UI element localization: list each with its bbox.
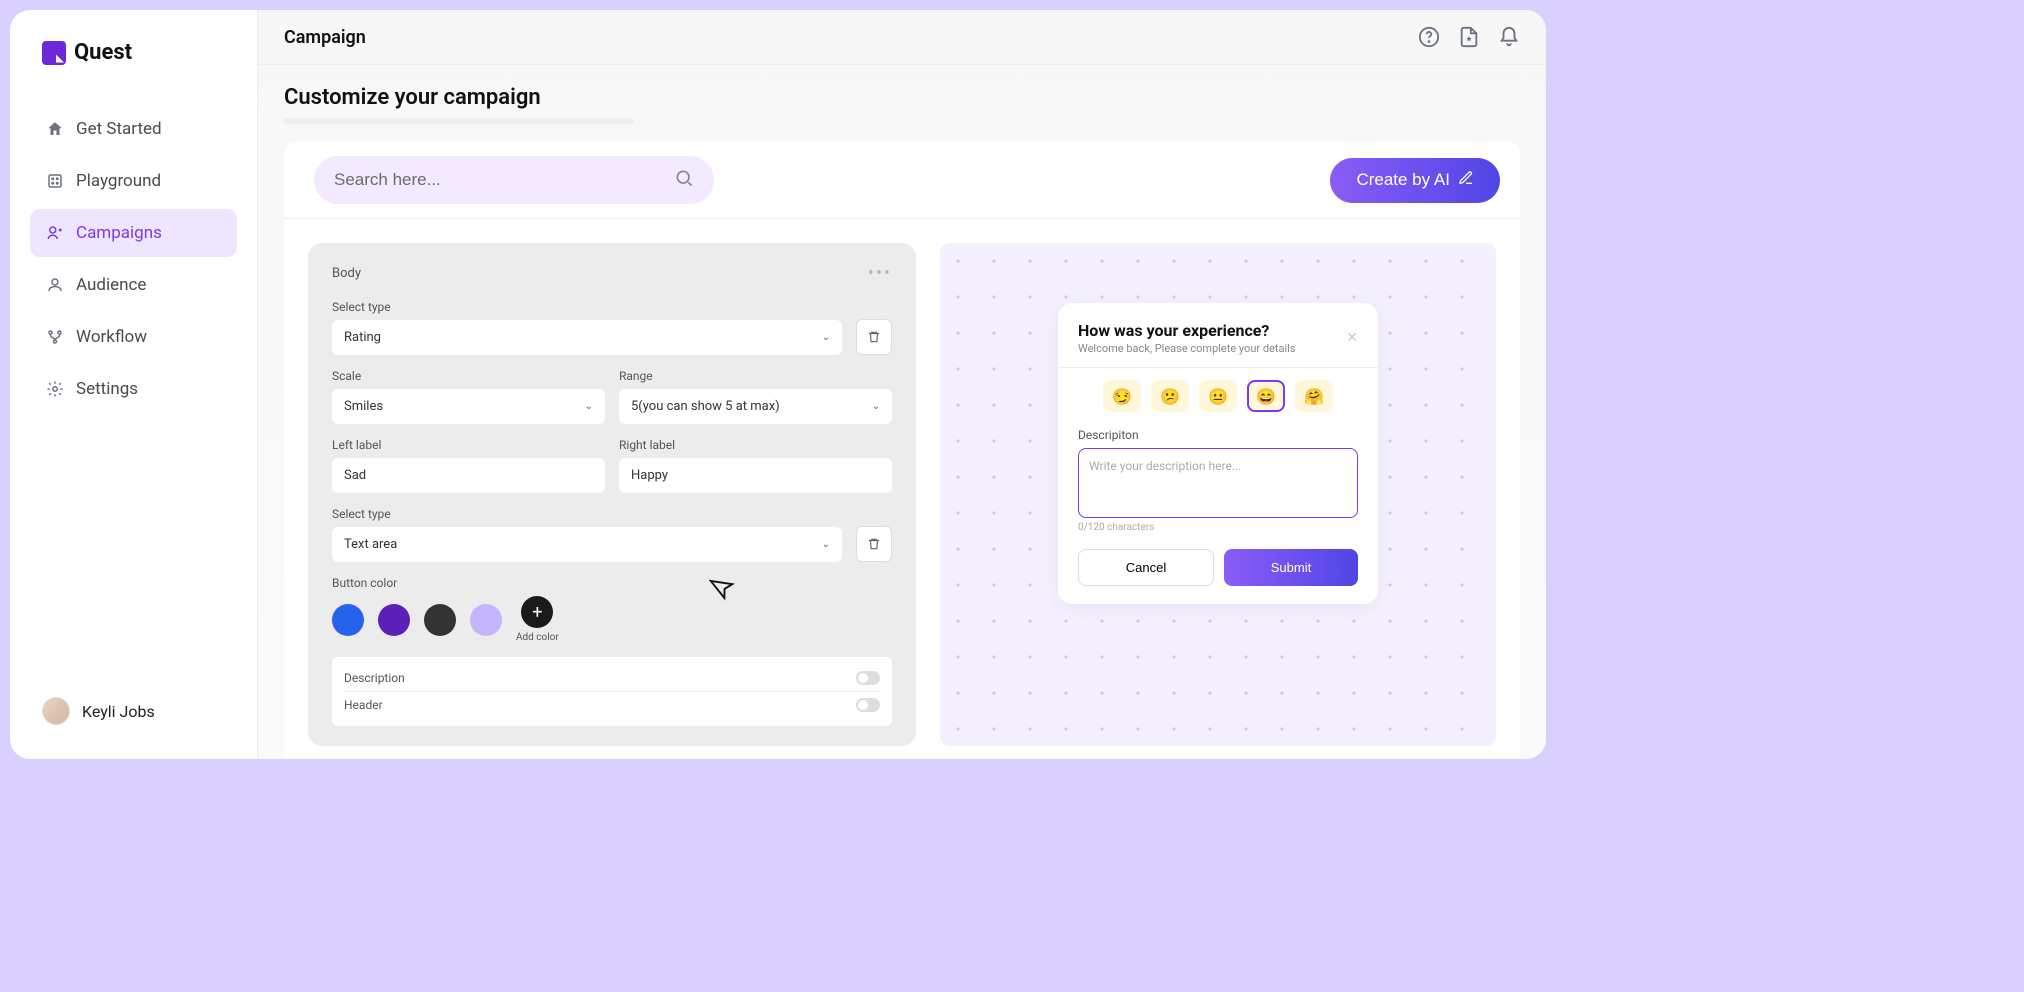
field-label: Scale (332, 369, 605, 383)
chevron-down-icon: ⌄ (822, 539, 830, 550)
chevron-down-icon: ⌄ (585, 401, 593, 412)
sidebar-item-label: Campaigns (76, 223, 162, 243)
progress-bar (284, 118, 634, 124)
add-color-label: Add color (516, 632, 559, 643)
sidebar-item-label: Get Started (76, 119, 162, 139)
field-label: Select type (332, 300, 842, 314)
emoji-5[interactable]: 🤗 (1295, 380, 1333, 412)
submit-button[interactable]: Submit (1224, 549, 1358, 586)
char-count: 0/120 characters (1078, 522, 1358, 533)
select-type-textarea[interactable]: Text area ⌄ (332, 527, 842, 562)
color-swatch-blue[interactable] (332, 604, 364, 636)
toggle[interactable] (856, 671, 880, 685)
logo-text: Quest (74, 40, 132, 65)
search-input[interactable] (334, 170, 674, 190)
more-icon[interactable]: ••• (868, 263, 892, 284)
preview-textarea[interactable]: Write your description here... (1078, 448, 1358, 518)
user-icon (46, 276, 64, 294)
field-label: Select type (332, 507, 842, 521)
star-file-icon[interactable] (1458, 26, 1480, 48)
sidebar-item-label: Playground (76, 171, 161, 191)
add-color-button[interactable]: + (521, 596, 553, 628)
emoji-row: 😏 😕 😐 😄 🤗 (1078, 380, 1358, 412)
main: Campaign Customize your campaign (258, 10, 1546, 759)
topbar-title: Campaign (284, 27, 366, 48)
sidebar-item-label: Audience (76, 275, 146, 295)
preview-card: How was your experience? Welcome back, P… (1058, 303, 1378, 604)
sidebar-item-playground[interactable]: Playground (30, 157, 237, 205)
select-range[interactable]: 5(you can show 5 at max) ⌄ (619, 389, 892, 424)
page-title: Customize your campaign (284, 85, 1520, 110)
emoji-3[interactable]: 😐 (1199, 380, 1237, 412)
create-label: Create by AI (1356, 170, 1450, 190)
right-label-input[interactable]: Happy (619, 458, 892, 493)
color-swatch-black[interactable] (424, 604, 456, 636)
sidebar-item-settings[interactable]: Settings (30, 365, 237, 413)
close-icon[interactable]: ✕ (1346, 330, 1358, 346)
left-label-input[interactable]: Sad (332, 458, 605, 493)
field-label: Right label (619, 438, 892, 452)
builder-panel: Body ••• Select type Rating ⌄ (308, 243, 916, 746)
sidebar-item-campaigns[interactable]: Campaigns (30, 209, 237, 257)
field-label: Left label (332, 438, 605, 452)
logo: Quest (30, 30, 237, 85)
preview-desc-label: Descripiton (1078, 428, 1358, 442)
create-by-ai-button[interactable]: Create by AI (1330, 158, 1500, 203)
home-icon (46, 120, 64, 138)
panel-section-title: Body (332, 266, 361, 281)
user-row[interactable]: Keyli Jobs (30, 683, 237, 739)
chevron-down-icon: ⌄ (872, 401, 880, 412)
search-box[interactable] (314, 156, 714, 204)
user-name: Keyli Jobs (82, 702, 155, 721)
sidebar: Quest Get Started Playground Campaigns (10, 10, 258, 759)
color-swatch-lavender[interactable] (470, 604, 502, 636)
gear-icon (46, 380, 64, 398)
branch-icon (46, 328, 64, 346)
grid-icon (46, 172, 64, 190)
pencil-icon (1458, 170, 1474, 191)
delete-button[interactable] (856, 319, 892, 355)
sidebar-item-audience[interactable]: Audience (30, 261, 237, 309)
preview-title: How was your experience? (1078, 321, 1295, 340)
select-scale[interactable]: Smiles ⌄ (332, 389, 605, 424)
accordion-description[interactable]: Description (344, 665, 880, 692)
sidebar-item-label: Workflow (76, 327, 147, 347)
field-label: Range (619, 369, 892, 383)
topbar: Campaign (258, 10, 1546, 65)
field-label: Button color (332, 576, 892, 590)
color-swatch-purple[interactable] (378, 604, 410, 636)
nav: Get Started Playground Campaigns Audienc… (30, 105, 237, 413)
help-icon[interactable] (1418, 26, 1440, 48)
bell-icon[interactable] (1498, 26, 1520, 48)
chevron-down-icon: ⌄ (822, 332, 830, 343)
emoji-2[interactable]: 😕 (1151, 380, 1189, 412)
sidebar-item-label: Settings (76, 379, 138, 399)
cancel-button[interactable]: Cancel (1078, 549, 1214, 586)
toolbar: Create by AI (284, 142, 1520, 219)
sidebar-item-get-started[interactable]: Get Started (30, 105, 237, 153)
accordion: Description Header (332, 657, 892, 726)
preview-panel: How was your experience? Welcome back, P… (940, 243, 1496, 746)
accordion-header[interactable]: Header (344, 692, 880, 718)
delete-button[interactable] (856, 526, 892, 562)
toggle[interactable] (856, 698, 880, 712)
divider (1058, 367, 1378, 368)
select-type-rating[interactable]: Rating ⌄ (332, 320, 842, 355)
sidebar-item-workflow[interactable]: Workflow (30, 313, 237, 361)
search-icon (674, 168, 694, 192)
avatar (42, 697, 70, 725)
emoji-4[interactable]: 😄 (1247, 380, 1285, 412)
user-plus-icon (46, 224, 64, 242)
preview-subtitle: Welcome back, Please complete your detai… (1078, 342, 1295, 355)
emoji-1[interactable]: 😏 (1103, 380, 1141, 412)
logo-icon (42, 41, 66, 65)
